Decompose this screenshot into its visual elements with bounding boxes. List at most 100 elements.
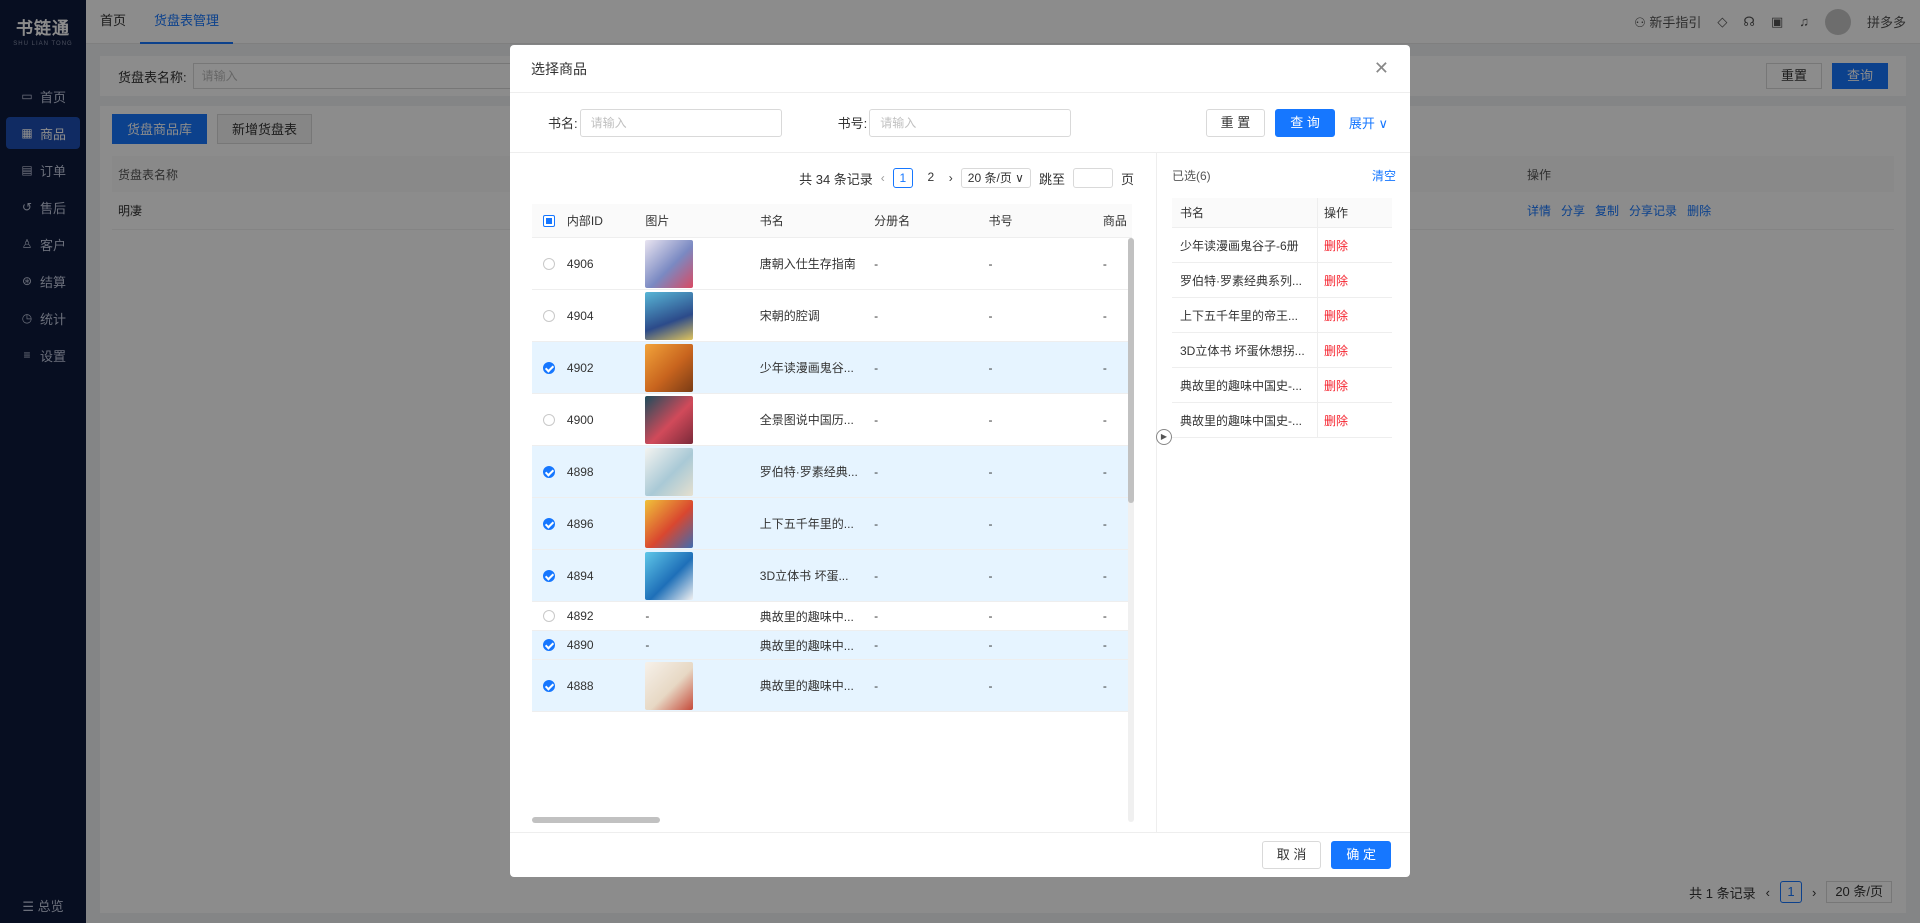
row-book-no: -	[988, 609, 993, 623]
expand-toggle[interactable]: 展开 ∨	[1349, 113, 1388, 132]
book-cover-image[interactable]	[645, 395, 694, 444]
book-name-input[interactable]: 请输入	[579, 108, 782, 137]
select-goods-modal: 选择商品 ✕ 书名: 请输入 书号: 请输入 重 置 查 询 展开 ∨ 共 34…	[510, 45, 1410, 877]
row-checkbox[interactable]	[532, 517, 567, 530]
remove-button[interactable]: 删除	[1324, 307, 1348, 324]
goods-pagination: 共 34 条记录 ‹ 1 2 › 20 条/页 ∨ 跳至 页	[799, 167, 1134, 189]
table-row[interactable]: 4896 上下五千年里的... - - -	[532, 498, 1132, 550]
prev-page-icon[interactable]: ‹	[881, 171, 885, 185]
book-no-input[interactable]: 请输入	[869, 108, 1072, 137]
book-cover-image[interactable]	[645, 551, 694, 600]
row-image-cell	[645, 239, 759, 288]
selected-table: 书名 操作 少年读漫画鬼谷子-6册 删除 罗伯特·罗素经典系列... 删除 上下五千年里…	[1172, 198, 1392, 438]
row-id: 4894	[566, 568, 594, 583]
row-volume-name: -	[874, 360, 879, 375]
horizontal-scrollbar[interactable]	[532, 817, 1132, 823]
book-cover-image[interactable]	[645, 499, 694, 548]
row-volume-name: -	[874, 638, 879, 652]
row-book-name: 3D立体书 坏蛋...	[759, 569, 849, 583]
row-checkbox[interactable]	[532, 610, 567, 622]
page-1[interactable]: 1	[892, 168, 913, 188]
collapse-toggle-icon[interactable]: ▶	[1156, 429, 1172, 445]
next-page-icon[interactable]: ›	[949, 171, 953, 185]
row-volume-name: -	[874, 308, 879, 323]
row-checkbox[interactable]	[532, 257, 567, 270]
list-item: 上下五千年里的帝王... 删除	[1172, 298, 1392, 333]
row-volume-name: -	[874, 678, 879, 693]
table-row[interactable]: 4892- 典故里的趣味中... - - -	[532, 602, 1132, 631]
list-item: 罗伯特·罗素经典系列... 删除	[1172, 263, 1392, 298]
row-checkbox[interactable]	[532, 413, 567, 426]
row-checkbox[interactable]	[532, 639, 567, 651]
row-image-empty: -	[645, 609, 650, 623]
remove-button[interactable]: 删除	[1324, 272, 1348, 289]
row-volume-name: -	[874, 516, 879, 531]
row-book-name: 少年读漫画鬼谷...	[759, 361, 854, 375]
chevron-down-icon: ∨	[1015, 171, 1024, 185]
book-cover-image[interactable]	[645, 343, 694, 392]
selected-book-name: 典故里的趣味中国史-...	[1180, 378, 1302, 393]
table-row[interactable]: 4900 全景图说中国历... - - -	[532, 394, 1132, 446]
table-row[interactable]: 4894 3D立体书 坏蛋... - - -	[532, 550, 1132, 602]
row-checkbox[interactable]	[532, 679, 567, 692]
query-button[interactable]: 查 询	[1275, 108, 1335, 137]
row-id: 4904	[566, 308, 594, 323]
row-book-no: -	[988, 638, 993, 652]
col-volume-name: 分册名	[874, 214, 911, 228]
row-book-name: 典故里的趣味中...	[759, 638, 854, 653]
row-id: 4892	[566, 609, 594, 623]
list-item: 典故里的趣味中国史-... 删除	[1172, 403, 1392, 438]
row-book-name: 典故里的趣味中...	[759, 679, 854, 693]
row-book-no: -	[988, 464, 993, 479]
remove-button[interactable]: 删除	[1324, 342, 1348, 359]
row-book-name: 典故里的趣味中...	[759, 609, 854, 624]
row-id: 4896	[566, 516, 594, 531]
book-name-label: 书名:	[548, 116, 578, 131]
jump-input[interactable]	[1072, 168, 1113, 188]
reset-button[interactable]: 重 置	[1205, 108, 1266, 137]
book-cover-image[interactable]	[645, 291, 694, 340]
modal-footer: 取 消 确 定	[510, 832, 1410, 877]
col-selected-op: 操作	[1317, 198, 1348, 227]
row-id: 4898	[566, 464, 594, 479]
row-book-no: -	[988, 256, 993, 271]
page-size-select[interactable]: 20 条/页 ∨	[960, 168, 1031, 188]
table-row[interactable]: 4888 典故里的趣味中... - - -	[532, 660, 1132, 712]
row-book-no: -	[988, 412, 993, 427]
close-icon[interactable]: ✕	[1374, 58, 1389, 79]
goods-table: 内部ID 图片 书名 分册名 书号 商品 4906 唐朝入仕生存指南 - - - 4904…	[532, 204, 1132, 814]
table-row[interactable]: 4898 罗伯特·罗素经典... - - -	[532, 446, 1132, 498]
clear-button[interactable]: 清空	[1372, 167, 1396, 184]
vertical-scrollbar[interactable]	[1128, 238, 1134, 822]
book-cover-image[interactable]	[645, 239, 694, 288]
table-row[interactable]: 4906 唐朝入仕生存指南 - - -	[532, 238, 1132, 290]
total-records: 共 34 条记录	[799, 171, 873, 187]
col-selected-name: 书名	[1180, 206, 1205, 220]
row-book-no: -	[988, 360, 993, 375]
row-image-cell	[645, 343, 759, 392]
table-row[interactable]: 4890- 典故里的趣味中... - - -	[532, 631, 1132, 660]
row-book-name: 唐朝入仕生存指南	[759, 257, 856, 271]
remove-button[interactable]: 删除	[1324, 377, 1348, 394]
row-image-cell	[645, 291, 759, 340]
select-all-checkbox[interactable]	[532, 214, 567, 227]
row-checkbox[interactable]	[532, 569, 567, 582]
remove-button[interactable]: 删除	[1324, 412, 1348, 429]
selected-table-header: 书名 操作	[1172, 198, 1392, 228]
row-checkbox[interactable]	[532, 361, 567, 374]
cancel-button[interactable]: 取 消	[1261, 841, 1322, 869]
row-checkbox[interactable]	[532, 309, 567, 322]
row-volume-name: -	[874, 609, 879, 623]
confirm-button[interactable]: 确 定	[1331, 841, 1391, 869]
page-2[interactable]: 2	[921, 168, 941, 188]
row-book-no: -	[988, 308, 993, 323]
remove-button[interactable]: 删除	[1324, 237, 1348, 254]
row-book-name: 罗伯特·罗素经典...	[759, 465, 858, 479]
book-cover-image[interactable]	[645, 447, 694, 496]
table-row[interactable]: 4902 少年读漫画鬼谷... - - -	[532, 342, 1132, 394]
selected-book-name: 罗伯特·罗素经典系列...	[1180, 273, 1302, 288]
book-cover-image[interactable]	[645, 661, 694, 710]
col-book-no: 书号	[988, 214, 1013, 228]
row-checkbox[interactable]	[532, 465, 567, 478]
table-row[interactable]: 4904 宋朝的腔调 - - -	[532, 290, 1132, 342]
